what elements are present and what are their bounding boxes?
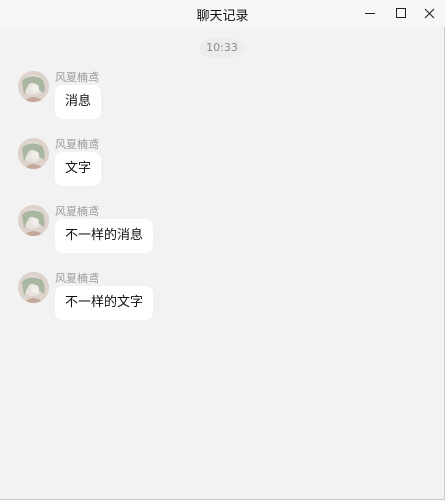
user-avatar[interactable] — [18, 138, 49, 169]
chat-history-window: 聊天记录 10:33 风夏楠鸢 消息 风夏楠鸢 文字 风夏楠鸢 不一样的消息 风… — [0, 0, 445, 500]
message-item: 风夏楠鸢 消息 — [18, 69, 318, 129]
message-item: 风夏楠鸢 不一样的文字 — [18, 270, 318, 330]
message-bubble[interactable]: 不一样的消息 — [55, 219, 154, 253]
minimize-button[interactable] — [353, 0, 387, 27]
sender-name: 风夏楠鸢 — [55, 205, 99, 218]
sender-name: 风夏楠鸢 — [55, 71, 99, 84]
maximize-icon — [396, 8, 406, 18]
sender-name: 风夏楠鸢 — [55, 272, 99, 285]
message-item: 风夏楠鸢 不一样的消息 — [18, 203, 318, 263]
message-bubble[interactable]: 消息 — [55, 85, 102, 119]
user-avatar[interactable] — [18, 272, 49, 303]
message-item: 风夏楠鸢 文字 — [18, 136, 318, 196]
title-bar[interactable]: 聊天记录 — [0, 0, 445, 27]
sender-name: 风夏楠鸢 — [55, 138, 99, 151]
timestamp-badge: 10:33 — [200, 39, 244, 57]
minimize-icon — [365, 13, 375, 14]
message-bubble[interactable]: 文字 — [55, 152, 102, 186]
message-bubble[interactable]: 不一样的文字 — [55, 286, 154, 320]
user-avatar[interactable] — [18, 71, 49, 102]
close-icon — [424, 8, 435, 19]
user-avatar[interactable] — [18, 205, 49, 236]
close-button[interactable] — [413, 0, 445, 27]
